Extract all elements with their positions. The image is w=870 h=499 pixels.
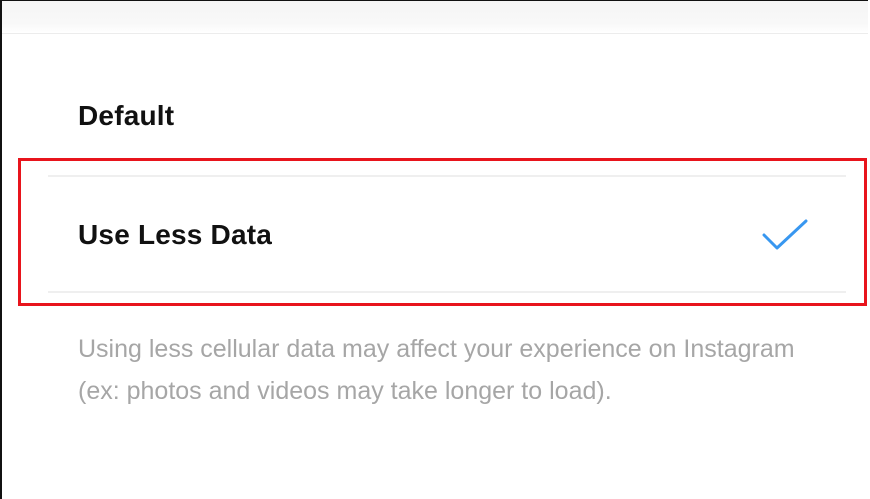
divider <box>48 291 846 293</box>
checkmark-icon <box>762 219 808 250</box>
option-use-less-data[interactable]: Use Less Data <box>78 219 272 251</box>
data-usage-description: Using less cellular data may affect your… <box>78 335 795 405</box>
option-default[interactable]: Default <box>78 100 174 132</box>
top-bar-shadow <box>2 1 868 34</box>
